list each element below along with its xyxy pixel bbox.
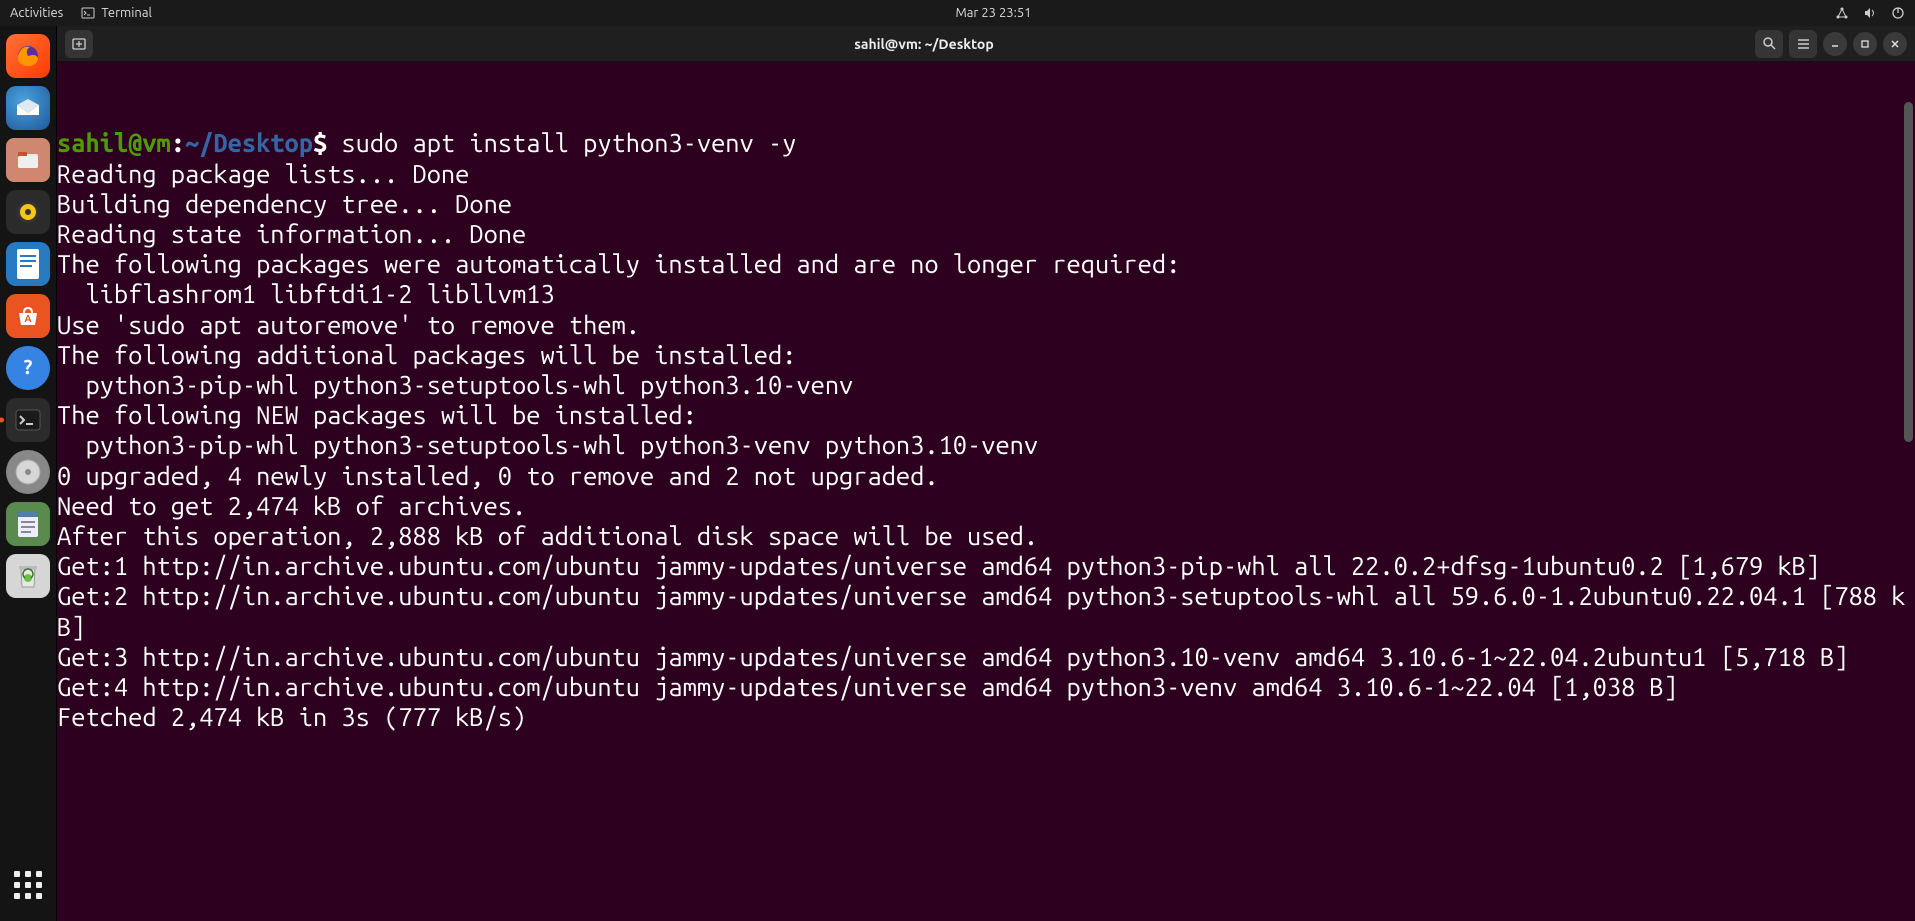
thunderbird-icon[interactable] [6,86,50,130]
help-icon[interactable]: ? [6,346,50,390]
terminal-window: sahil@vm: ~/Desktop sahi [57,26,1915,921]
show-applications-button[interactable] [6,863,50,907]
writer-icon[interactable] [6,242,50,286]
topbar-right [1835,6,1905,20]
software-icon[interactable]: A [6,294,50,338]
terminal-small-icon [81,6,95,20]
titlebar: sahil@vm: ~/Desktop [57,26,1915,62]
topbar-app-label: Terminal [101,6,152,20]
disk-icon[interactable] [6,450,50,494]
prompt-user: sahil@vm [57,128,171,157]
terminal-icon[interactable] [6,398,50,442]
topbar-datetime[interactable]: Mar 23 23:51 [955,6,1031,20]
power-icon[interactable] [1891,6,1905,20]
todo-icon[interactable] [6,502,50,546]
files-icon[interactable] [6,138,50,182]
terminal-output: Reading package lists... Done Building d… [57,159,1905,732]
network-icon[interactable] [1835,6,1849,20]
terminal-command: sudo apt install python3-venv -y [341,128,796,157]
hamburger-menu-button[interactable] [1789,30,1817,58]
gnome-topbar: Activities Terminal Mar 23 23:51 [0,0,1915,26]
prompt-dollar: $ [313,128,341,157]
maximize-button[interactable] [1853,32,1877,56]
volume-icon[interactable] [1863,6,1877,20]
topbar-app-indicator[interactable]: Terminal [81,6,152,20]
prompt-colon: : [171,128,185,157]
terminal-body[interactable]: sahil@vm:~/Desktop$ sudo apt install pyt… [57,62,1915,921]
svg-text:A: A [24,313,31,324]
search-button[interactable] [1755,30,1783,58]
rhythmbox-icon[interactable] [6,190,50,234]
dock: A ? [0,26,57,921]
window-title: sahil@vm: ~/Desktop [101,36,1747,52]
minimize-button[interactable] [1823,32,1847,56]
activities-button[interactable]: Activities [10,6,63,20]
scrollbar-thumb[interactable] [1904,102,1913,442]
prompt-path: ~/Desktop [185,128,313,157]
topbar-left: Activities Terminal [10,6,152,20]
close-button[interactable] [1883,32,1907,56]
trash-icon[interactable] [6,554,50,598]
new-tab-button[interactable] [65,30,93,58]
svg-text:?: ? [24,355,33,378]
firefox-icon[interactable] [6,34,50,78]
